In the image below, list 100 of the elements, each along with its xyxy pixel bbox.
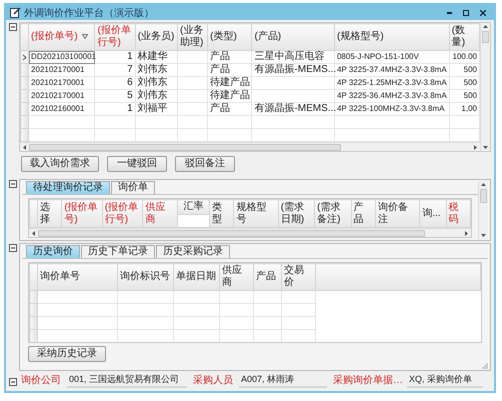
column-header[interactable]: 交易价 (282, 264, 316, 290)
collapse-icon[interactable] (9, 378, 17, 386)
action-button[interactable]: 一键驳回 (107, 156, 167, 172)
action-button[interactable]: 驳回备注 (175, 156, 235, 172)
vertical-scrollbar[interactable] (480, 23, 490, 151)
table-cell: 产品 (208, 64, 252, 76)
table-cell (177, 50, 208, 64)
table-cell: 202102170001 (28, 76, 95, 90)
table-cell: 刘伟东 (135, 90, 178, 102)
table-cell: 202102160001 (28, 102, 95, 116)
scrollbar-thumb[interactable] (38, 230, 426, 236)
minimize-icon (446, 12, 452, 14)
table-cell: 刘伟东 (135, 64, 178, 76)
table-cell (177, 90, 208, 102)
column-header[interactable]: 询... (420, 200, 446, 228)
scrollbar-thumb[interactable] (482, 31, 489, 43)
table-cell: 1 (94, 50, 136, 64)
table-cell: 7 (94, 64, 136, 76)
table-cell: 4P 3225-36.4MHZ-3.3V-3.8mA (334, 90, 450, 102)
column-header[interactable]: 单据日期 (174, 264, 220, 290)
table-cell: 4P 3225-1.25MHZ-3.3V-3.8mA (334, 76, 450, 90)
horizontal-scrollbar[interactable] (29, 228, 471, 237)
collapse-icon[interactable] (9, 23, 17, 31)
current-row-icon (22, 54, 28, 60)
scroll-arrow-icon[interactable] (464, 230, 469, 236)
table-cell: 产品 (208, 50, 252, 64)
column-header[interactable]: (需求备注) (314, 200, 352, 228)
table-cell: 待建产品 (208, 76, 252, 90)
collapse-icon[interactable] (9, 244, 17, 252)
tab[interactable]: 历史询价 (26, 245, 80, 258)
tab[interactable]: 历史下单记录 (81, 245, 155, 258)
horizontal-scrollbar[interactable] (20, 142, 480, 151)
scroll-arrow-icon[interactable] (482, 24, 489, 29)
column-header[interactable]: 询价单号 (38, 264, 118, 290)
field-value[interactable]: XQ, 采购询价单 (407, 374, 483, 388)
table-cell: 刘伟东 (135, 76, 178, 90)
tab[interactable]: 历史采购记录 (156, 245, 230, 258)
window-title: 外调询价作业平台（演示版） (24, 6, 155, 20)
column-header[interactable]: 规格型号 (234, 200, 278, 228)
table-cell: 202102170001 (28, 64, 95, 76)
scroll-arrow-icon[interactable] (480, 182, 487, 187)
field-label: 询价公司 (21, 375, 62, 387)
table-cell: 待建产品 (208, 90, 252, 102)
action-button[interactable]: 载入询价需求 (21, 156, 99, 172)
field-label: 采购询价单据… (333, 375, 403, 387)
field-value[interactable]: A007, 林雨涛 (239, 374, 327, 388)
scroll-arrow-icon[interactable] (31, 230, 36, 236)
column-header[interactable]: (业务助理) (177, 24, 208, 50)
column-header[interactable]: (报价单行号) (102, 200, 143, 228)
column-header[interactable]: (产品) (252, 24, 334, 50)
field-label: 采购人员 (193, 375, 234, 387)
column-header[interactable]: (规格型号) (334, 24, 450, 50)
table-cell: 4P 3225-100MHZ-3.3V-3.8mA (334, 102, 450, 116)
table-cell: 4P 3225-37.4MHZ-3.3V-3.8mA (334, 64, 450, 76)
column-header[interactable]: 税码 (446, 200, 470, 228)
maximize-icon (463, 10, 469, 16)
column-header[interactable]: 类型 (209, 200, 234, 228)
table-cell: 有源晶振-MEMS... (252, 102, 334, 116)
adopt-history-button[interactable]: 采纳历史记录 (28, 346, 106, 362)
column-header[interactable]: 询价标识号 (118, 264, 174, 290)
scroll-arrow-icon[interactable] (480, 233, 487, 238)
scrollbar-thumb[interactable] (480, 189, 487, 203)
collapse-icon[interactable] (9, 180, 17, 188)
table-cell: 1 (94, 102, 136, 116)
column-header[interactable]: 汇率 (177, 200, 210, 214)
table-cell: 有源晶振-MEMS... (252, 64, 334, 76)
close-icon (480, 10, 486, 16)
tab[interactable]: 待处理询价记录 (26, 181, 110, 194)
column-header[interactable]: (业务员) (135, 24, 178, 50)
column-header[interactable]: (报价单号) (62, 200, 102, 228)
table-cell: 5 (94, 90, 136, 102)
scrollbar-thumb[interactable] (29, 144, 342, 150)
sort-icon (82, 34, 88, 39)
row-header[interactable] (20, 50, 29, 64)
column-header[interactable]: 产品 (254, 264, 282, 290)
table-cell: 6 (94, 76, 136, 90)
table-cell (177, 76, 208, 90)
column-header[interactable]: 供应商 (142, 200, 178, 228)
table-cell: 202102170001 (28, 90, 95, 102)
column-header[interactable]: (数量) (449, 24, 480, 50)
field-value[interactable]: 001, 三国远航贸易有限公司 (67, 374, 187, 388)
tab[interactable]: 询价单 (111, 181, 155, 194)
column-header[interactable]: (类型) (208, 24, 252, 50)
vertical-scrollbar[interactable] (478, 181, 488, 239)
table-cell (177, 64, 208, 76)
table-cell: DD202103100001 (28, 50, 95, 64)
scroll-arrow-icon[interactable] (22, 144, 27, 150)
column-header[interactable]: 产品 (351, 200, 376, 228)
column-header[interactable]: 询价备注 (375, 200, 420, 228)
table-cell: 产品 (208, 102, 252, 116)
resize-grip-icon[interactable] (482, 363, 488, 369)
table-cell: 三星中高压电容 (252, 50, 334, 64)
edit-icon (10, 7, 21, 18)
column-header[interactable]: 供应商 (220, 264, 254, 290)
column-header[interactable]: 选择 (38, 200, 62, 228)
column-header[interactable]: (需求日期) (278, 200, 315, 228)
table-cell: 刘福平 (135, 102, 178, 116)
column-header[interactable]: (报价单行号) (94, 24, 136, 50)
table-cell: 0805-J-NPO-151-100V (334, 50, 450, 64)
column-header[interactable]: (报价单号) (28, 24, 95, 50)
